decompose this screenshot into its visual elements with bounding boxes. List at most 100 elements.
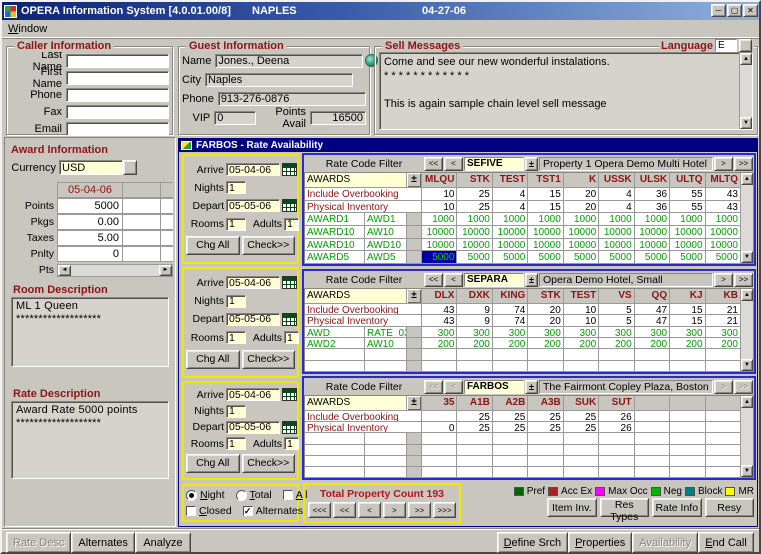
inventory-cell[interactable]: 43 bbox=[422, 304, 457, 315]
empty-cell[interactable] bbox=[457, 456, 492, 467]
rate-value-cell[interactable]: 200 bbox=[599, 338, 634, 349]
calendar-icon[interactable] bbox=[282, 421, 297, 434]
inventory-cell[interactable]: 36 bbox=[635, 188, 670, 201]
rate-value-cell[interactable]: 5000 bbox=[422, 251, 457, 264]
rate-name-cell[interactable]: AWD1 bbox=[365, 213, 407, 226]
rate-name-cell[interactable]: RATE_03 bbox=[365, 327, 407, 338]
award-taxes-value[interactable]: 5.00 bbox=[57, 230, 123, 246]
adults-field[interactable] bbox=[284, 331, 299, 344]
rate-class-lov-icon[interactable]: ± bbox=[407, 173, 422, 188]
adults-field[interactable] bbox=[284, 437, 299, 450]
empty-cell[interactable] bbox=[422, 349, 457, 360]
resy-button[interactable]: Resy bbox=[705, 498, 755, 517]
depart-field[interactable] bbox=[226, 421, 280, 434]
inventory-cell[interactable]: 55 bbox=[670, 201, 705, 214]
end-call-button[interactable]: End Call bbox=[698, 532, 754, 553]
arrive-field[interactable] bbox=[226, 163, 280, 176]
rate-value-cell[interactable]: 1000 bbox=[564, 213, 599, 226]
grid-prev-button[interactable]: < bbox=[444, 380, 463, 394]
chg-all-button[interactable]: Chg All bbox=[186, 236, 240, 255]
grid-first-button[interactable]: << bbox=[424, 273, 443, 287]
rate-value-cell[interactable]: 10000 bbox=[457, 226, 492, 239]
scroll-down-icon[interactable]: ▼ bbox=[740, 117, 752, 129]
inventory-cell[interactable]: 20 bbox=[528, 304, 563, 315]
empty-cell[interactable] bbox=[706, 433, 741, 444]
inventory-cell[interactable]: 43 bbox=[706, 188, 741, 201]
rate-value-cell[interactable]: 10000 bbox=[422, 239, 457, 252]
inventory-cell[interactable]: 20 bbox=[528, 315, 563, 326]
empty-cell[interactable] bbox=[457, 361, 492, 372]
inventory-cell[interactable]: 25 bbox=[457, 201, 492, 214]
rate-value-cell[interactable]: 200 bbox=[457, 338, 492, 349]
rate-value-cell[interactable]: 10000 bbox=[670, 239, 705, 252]
empty-cell[interactable] bbox=[670, 361, 705, 372]
rate-value-cell[interactable]: 200 bbox=[635, 338, 670, 349]
rate-value-cell[interactable]: 1000 bbox=[528, 213, 563, 226]
grid-scrollbar[interactable]: ▲▼ bbox=[741, 288, 754, 372]
grid-last-button[interactable]: >> bbox=[734, 380, 753, 394]
inventory-cell[interactable]: 26 bbox=[599, 411, 634, 422]
empty-cell[interactable] bbox=[528, 361, 563, 372]
inventory-cell[interactable]: 55 bbox=[670, 188, 705, 201]
empty-cell[interactable] bbox=[457, 349, 492, 360]
rate-code-cell[interactable]: AWARD5 bbox=[305, 251, 365, 264]
nights-field[interactable] bbox=[226, 405, 246, 418]
empty-cell[interactable] bbox=[528, 349, 563, 360]
empty-cell[interactable] bbox=[635, 433, 670, 444]
empty-cell[interactable] bbox=[422, 456, 457, 467]
rate-value-cell[interactable]: 300 bbox=[635, 327, 670, 338]
empty-cell[interactable] bbox=[305, 467, 365, 478]
award-table-scrollbar[interactable]: ◄► bbox=[57, 264, 173, 277]
inventory-cell[interactable]: 47 bbox=[635, 304, 670, 315]
grid-scrollbar[interactable]: ▲▼ bbox=[741, 172, 754, 264]
inventory-cell[interactable]: 20 bbox=[564, 188, 599, 201]
property-code-field[interactable]: SEFIVE bbox=[464, 157, 524, 171]
empty-cell[interactable] bbox=[493, 361, 528, 372]
empty-cell[interactable] bbox=[599, 361, 634, 372]
rate-value-cell[interactable]: 1000 bbox=[706, 213, 741, 226]
empty-cell[interactable] bbox=[564, 445, 599, 456]
inventory-cell[interactable]: 15 bbox=[528, 201, 563, 214]
rate-value-cell[interactable]: 10000 bbox=[706, 226, 741, 239]
empty-cell[interactable] bbox=[493, 467, 528, 478]
property-code-field[interactable]: SEPARA bbox=[464, 273, 524, 287]
rate-value-cell[interactable]: 300 bbox=[670, 327, 705, 338]
inventory-cell[interactable]: 25 bbox=[528, 411, 563, 422]
rate-value-cell[interactable]: 300 bbox=[422, 327, 457, 338]
empty-cell[interactable] bbox=[635, 445, 670, 456]
rate-value-cell[interactable]: 10000 bbox=[493, 226, 528, 239]
caller-phone-input[interactable] bbox=[66, 88, 169, 102]
rate-value-cell[interactable]: 300 bbox=[599, 327, 634, 338]
rate-code-cell[interactable]: AWARD10 bbox=[305, 239, 365, 252]
adults-field[interactable] bbox=[284, 218, 299, 231]
inventory-cell[interactable]: 74 bbox=[493, 315, 528, 326]
inventory-cell[interactable] bbox=[706, 422, 741, 433]
property-code-lov-icon[interactable]: ± bbox=[525, 273, 538, 287]
empty-cell[interactable] bbox=[422, 467, 457, 478]
award-pkgs-value[interactable]: 0.00 bbox=[57, 214, 123, 230]
inventory-cell[interactable] bbox=[422, 411, 457, 422]
scroll-track[interactable] bbox=[741, 301, 753, 359]
calendar-icon[interactable] bbox=[282, 313, 297, 326]
rate-value-cell[interactable]: 200 bbox=[706, 338, 741, 349]
scroll-up-icon[interactable]: ▲ bbox=[741, 396, 753, 408]
rate-value-cell[interactable]: 10000 bbox=[528, 239, 563, 252]
inventory-cell[interactable] bbox=[670, 411, 705, 422]
property-nav-button-1[interactable]: <<< bbox=[308, 502, 331, 518]
rate-name-cell[interactable]: AW10 bbox=[365, 226, 407, 239]
empty-cell[interactable] bbox=[528, 456, 563, 467]
property-nav-button-6[interactable]: >>> bbox=[433, 502, 456, 518]
language-select[interactable]: E bbox=[715, 39, 737, 52]
item-inv-button[interactable]: Item Inv. bbox=[547, 498, 597, 517]
inventory-cell[interactable]: 4 bbox=[599, 188, 634, 201]
inventory-cell[interactable]: 43 bbox=[706, 201, 741, 214]
grid-next-button[interactable]: > bbox=[714, 380, 733, 394]
property-nav-button-4[interactable]: > bbox=[383, 502, 406, 518]
rate-value-cell[interactable]: 1000 bbox=[670, 213, 705, 226]
empty-cell[interactable] bbox=[599, 433, 634, 444]
empty-cell[interactable] bbox=[635, 349, 670, 360]
closed-checkbox[interactable] bbox=[186, 506, 196, 516]
empty-cell[interactable] bbox=[305, 349, 365, 360]
rate-class-lov-icon[interactable]: ± bbox=[407, 396, 422, 411]
empty-cell[interactable] bbox=[422, 361, 457, 372]
